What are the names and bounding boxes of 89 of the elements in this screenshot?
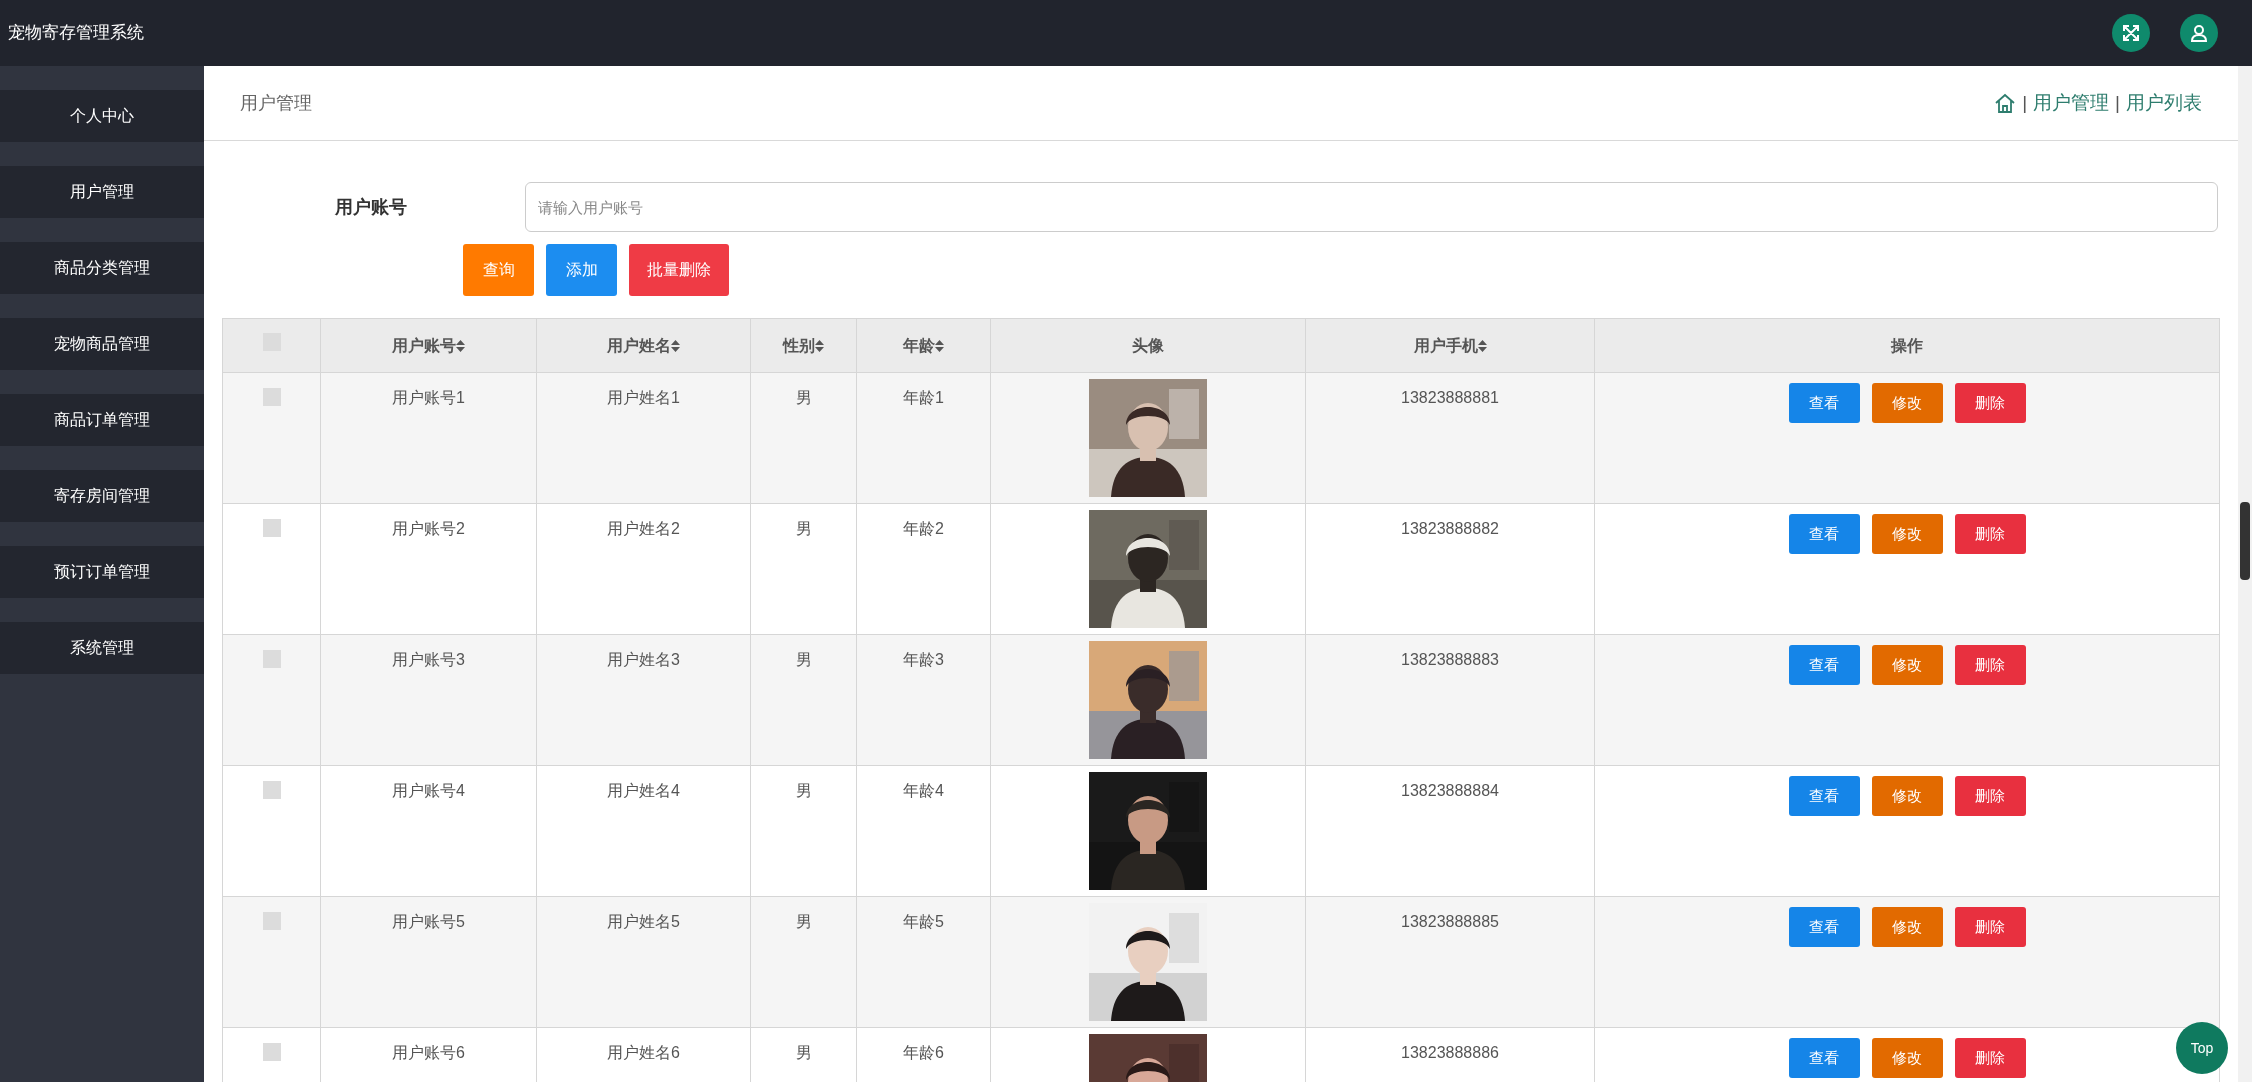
table-cell: 13823888881	[1401, 389, 1499, 406]
sidebar-item[interactable]: 寄存房间管理	[0, 470, 204, 522]
edit-button[interactable]: 修改	[1871, 645, 1943, 685]
breadcrumb-separator: |	[2022, 90, 2028, 115]
view-button[interactable]: 查看	[1788, 383, 1860, 423]
column-header[interactable]: 用户姓名	[607, 333, 671, 358]
table-cell: 男	[795, 651, 812, 668]
home-icon[interactable]	[1994, 92, 2017, 114]
view-button[interactable]: 查看	[1788, 907, 1860, 947]
sidebar-item[interactable]: 个人中心	[0, 90, 204, 142]
scrollbar[interactable]	[2238, 66, 2252, 1082]
edit-button[interactable]: 修改	[1871, 1038, 1943, 1078]
delete-button[interactable]: 删除	[1954, 514, 2026, 554]
delete-button[interactable]: 删除	[1954, 907, 2026, 947]
table-cell: 13823888882	[1401, 520, 1499, 537]
table-cell: 13823888884	[1401, 782, 1499, 799]
table-cell: 用户账号5	[392, 913, 465, 930]
table-cell: 年龄5	[903, 913, 944, 930]
sidebar-item[interactable]: 预订订单管理	[0, 546, 204, 598]
sidebar-item[interactable]: 商品分类管理	[0, 242, 204, 294]
delete-button[interactable]: 批量删除	[629, 244, 729, 296]
table-cell: 用户账号1	[392, 389, 465, 406]
sort-icon[interactable]	[1477, 339, 1487, 352]
table-cell: 男	[795, 389, 812, 406]
table-cell: 男	[795, 520, 812, 537]
delete-button[interactable]: 删除	[1954, 645, 2026, 685]
sort-icon[interactable]	[671, 339, 680, 352]
table-cell: 年龄4	[903, 782, 944, 799]
checkbox[interactable]	[262, 650, 281, 668]
table-cell: 用户姓名1	[607, 389, 680, 406]
search-label: 用户账号	[334, 195, 408, 219]
table-cell: 男	[795, 782, 812, 799]
view-button[interactable]: 查看	[1788, 645, 1860, 685]
column-header: 操作	[1891, 335, 1923, 356]
checkbox[interactable]	[262, 519, 281, 537]
table-cell: 用户账号2	[392, 520, 465, 537]
table-cell: 年龄2	[903, 520, 944, 537]
column-header[interactable]: 用户手机	[1413, 333, 1478, 358]
table-cell: 用户姓名3	[607, 651, 680, 668]
table-cell: 男	[795, 1044, 812, 1061]
breadcrumb-link[interactable]: 用户列表	[2126, 88, 2202, 118]
edit-button[interactable]: 修改	[1871, 776, 1943, 816]
sidebar-item[interactable]: 宠物商品管理	[0, 318, 204, 370]
edit-button[interactable]: 修改	[1871, 383, 1943, 423]
edit-button[interactable]: 修改	[1871, 907, 1943, 947]
view-button[interactable]: 查看	[1788, 1038, 1860, 1078]
column-header[interactable]: 年龄	[903, 333, 935, 358]
table-cell: 用户账号6	[392, 1044, 465, 1061]
sidebar-item[interactable]: 商品订单管理	[0, 394, 204, 446]
app-title: 宠物寄存管理系统	[8, 22, 144, 45]
breadcrumb-link[interactable]: 用户管理	[2033, 88, 2110, 118]
edit-button[interactable]: 修改	[1871, 514, 1943, 554]
sort-icon[interactable]	[456, 339, 465, 352]
user-icon[interactable]	[2180, 14, 2218, 52]
table-cell: 年龄6	[903, 1044, 944, 1061]
table-cell: 用户账号4	[392, 782, 465, 799]
search-field[interactable]: 请输入用户账号	[525, 182, 2218, 232]
breadcrumb-separator: |	[2115, 90, 2120, 115]
view-button[interactable]: 查看	[1788, 776, 1860, 816]
view-button[interactable]: 查看	[1788, 514, 1860, 554]
add-button[interactable]: 添加	[546, 244, 617, 296]
table-cell: 13823888885	[1401, 913, 1499, 930]
table-cell: 用户姓名6	[607, 1044, 680, 1061]
sidebar-item[interactable]: 用户管理	[0, 166, 204, 218]
table-cell: 用户账号3	[392, 651, 465, 668]
delete-button[interactable]: 删除	[1954, 383, 2026, 423]
column-header[interactable]: 用户账号	[392, 333, 456, 358]
page-title: 用户管理	[240, 91, 312, 115]
table-cell: 男	[795, 913, 812, 930]
checkbox[interactable]	[262, 388, 281, 406]
table-cell: 13823888883	[1401, 651, 1499, 668]
checkbox[interactable]	[262, 781, 281, 799]
checkbox[interactable]	[262, 1043, 281, 1061]
table-cell: 用户姓名4	[607, 782, 680, 799]
fullscreen-icon[interactable]	[2112, 14, 2150, 52]
sidebar-item[interactable]: 系统管理	[0, 622, 204, 674]
sort-icon[interactable]	[935, 339, 944, 352]
query-button[interactable]: 查询	[463, 244, 534, 296]
table-cell: 用户姓名2	[607, 520, 680, 537]
table-cell: 年龄1	[903, 389, 944, 406]
delete-button[interactable]: 删除	[1954, 776, 2026, 816]
delete-button[interactable]: 删除	[1954, 1038, 2026, 1078]
checkbox[interactable]	[262, 912, 281, 930]
sort-icon[interactable]	[815, 339, 824, 352]
column-header: 头像	[1132, 335, 1164, 356]
table-cell: 13823888886	[1401, 1044, 1499, 1061]
table-cell: 用户姓名5	[607, 913, 680, 930]
table-cell: 年龄3	[903, 651, 944, 668]
column-header[interactable]: 性别	[783, 333, 815, 358]
